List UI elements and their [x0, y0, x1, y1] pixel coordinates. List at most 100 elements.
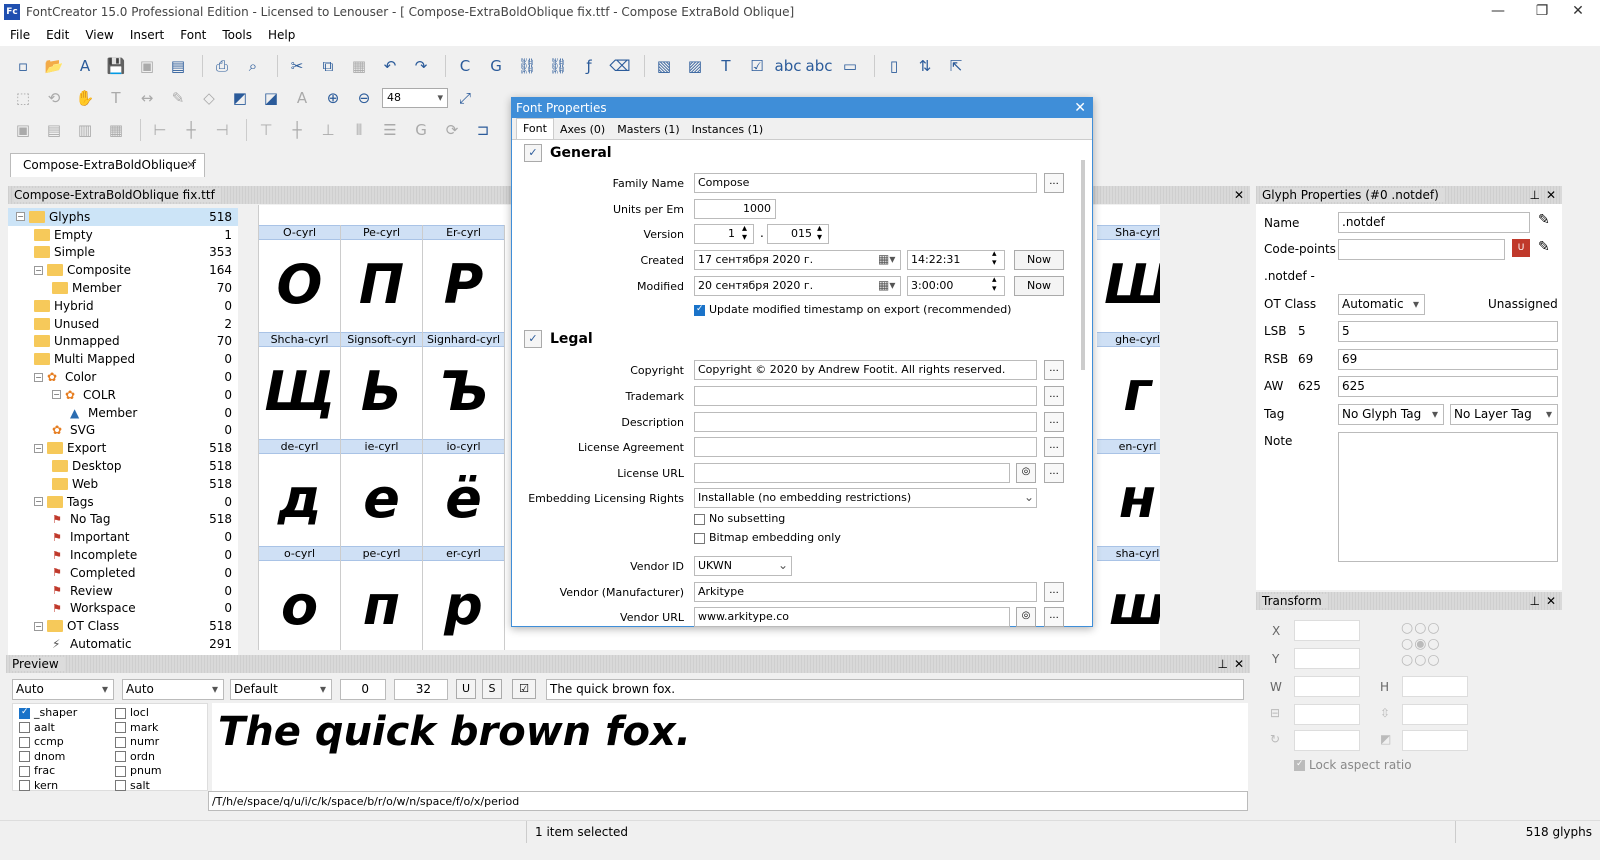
close-panel-icon[interactable]: ✕: [1546, 592, 1556, 610]
tree-item[interactable]: Web 518: [8, 475, 238, 493]
embedding-select[interactable]: Installable (no embedding restrictions): [694, 488, 1037, 508]
license-url-more-button[interactable]: ...: [1044, 463, 1064, 483]
fit-icon[interactable]: ⤢: [452, 85, 478, 111]
checkbox-icon[interactable]: [115, 722, 126, 733]
family-name-more-button[interactable]: ...: [1044, 173, 1064, 193]
rsb-input[interactable]: 69: [1338, 349, 1558, 370]
glyph-cell[interactable]: Signhard-cyrl Ъ: [423, 332, 505, 439]
section-legal[interactable]: ✓ Legal: [524, 330, 593, 348]
copyright-input[interactable]: Copyright © 2020 by Andrew Footit. All r…: [694, 360, 1037, 380]
checkbox-icon[interactable]: [19, 765, 30, 777]
checkbox-icon[interactable]: [694, 513, 705, 525]
version-minor-spin-icon[interactable]: ▴ ▾: [817, 224, 822, 243]
tab-instances[interactable]: Instances (1): [686, 120, 770, 139]
eraser-icon[interactable]: ⌫: [607, 53, 633, 79]
checkbox-checked-icon[interactable]: [694, 304, 705, 316]
script-select[interactable]: Auto: [12, 679, 114, 700]
document-tab[interactable]: Compose-ExtraBoldOblique f ✕: [10, 153, 205, 177]
import-icon[interactable]: ⇅: [912, 53, 938, 79]
cut-icon[interactable]: ✂: [284, 53, 310, 79]
paste-icon[interactable]: ▦: [346, 53, 372, 79]
glyph-cell[interactable]: pe-cyrl п: [341, 546, 423, 650]
collapse-icon[interactable]: −: [34, 497, 43, 507]
vendor-url-input[interactable]: www.arkitype.co: [694, 607, 1010, 627]
modified-date-input[interactable]: 20 сентября 2020 г.: [694, 276, 901, 296]
collapse-icon[interactable]: −: [16, 212, 25, 222]
properties-icon[interactable]: ▧: [651, 53, 677, 79]
toggle-features-button[interactable]: ☑: [512, 679, 536, 699]
feature-checkbox[interactable]: aalt: [19, 721, 55, 734]
vendor-more-button[interactable]: ...: [1044, 582, 1064, 602]
aw-input[interactable]: 625: [1338, 376, 1558, 397]
checkbox-icon[interactable]: [115, 707, 126, 719]
menu-edit[interactable]: Edit: [46, 28, 69, 42]
tree-item[interactable]: ⚑ No Tag 518: [8, 511, 238, 529]
checkbox-icon[interactable]: [19, 722, 30, 733]
checkbox-icon[interactable]: [19, 780, 30, 791]
glyph-cell[interactable]: en-cyrl н: [1097, 439, 1160, 546]
y-input[interactable]: [1294, 648, 1360, 669]
chevron-down-icon[interactable]: ⌄: [778, 558, 788, 572]
glyph-cell[interactable]: Er-cyrl Р: [423, 225, 505, 332]
tree-item[interactable]: ▲ Member 0: [8, 404, 238, 422]
glyph-cell[interactable]: o-cyrl о: [259, 546, 341, 650]
tab-font[interactable]: Font: [516, 118, 554, 139]
redo-icon[interactable]: ↷: [408, 53, 434, 79]
glyph-name-input[interactable]: .notdef: [1338, 212, 1530, 233]
tree-item[interactable]: − OT Class 518: [8, 617, 238, 635]
x-input[interactable]: [1294, 620, 1360, 641]
break-icon[interactable]: ▦: [103, 117, 129, 143]
align-top-icon[interactable]: ⊤: [253, 117, 279, 143]
text-tool-icon[interactable]: T: [713, 53, 739, 79]
scale-v-input[interactable]: [1402, 704, 1468, 725]
modified-time-spin-icon[interactable]: ▴ ▾: [992, 276, 997, 294]
tree-item[interactable]: ⚑ Incomplete 0: [8, 546, 238, 564]
unlink-icon[interactable]: ⛓: [545, 53, 571, 79]
close-panel-icon[interactable]: ✕: [1546, 186, 1556, 204]
family-name-input[interactable]: Compose: [694, 173, 1037, 193]
rotate-input[interactable]: [1294, 730, 1360, 751]
underline-button[interactable]: U: [456, 679, 476, 699]
lock-aspect-checkbox[interactable]: Lock aspect ratio: [1294, 758, 1412, 772]
modified-now-button[interactable]: Now: [1014, 276, 1064, 296]
ungroup-icon[interactable]: ▤: [41, 117, 67, 143]
tree-item[interactable]: − Glyphs 518: [8, 208, 238, 226]
chevron-down-icon[interactable]: ✓: [524, 144, 542, 162]
tree-item[interactable]: Hybrid 0: [8, 297, 238, 315]
tree-item[interactable]: ⚑ Completed 0: [8, 564, 238, 582]
created-time-input[interactable]: 14:22:31: [907, 250, 1005, 270]
unicode-icon[interactable]: U: [1512, 239, 1530, 257]
glyph-cell[interactable]: ghe-cyrl г: [1097, 332, 1160, 439]
close-tab-icon[interactable]: ✕: [186, 154, 196, 176]
distribute-h-icon[interactable]: ⫴: [346, 117, 372, 143]
glyph-cell[interactable]: Signsoft-cyrl Ь: [341, 332, 423, 439]
edit-name-icon[interactable]: ✎: [1538, 212, 1550, 228]
feature-checkbox[interactable]: ordn: [115, 750, 155, 763]
strike-button[interactable]: S: [482, 679, 502, 699]
created-time-spin-icon[interactable]: ▴ ▾: [992, 250, 997, 268]
feature-checkbox[interactable]: dnom: [19, 750, 65, 763]
page-icon[interactable]: ▯: [881, 53, 907, 79]
tree-item[interactable]: ✿ SVG 0: [8, 422, 238, 440]
minimize-button[interactable]: —: [1476, 0, 1520, 24]
rect-select-icon[interactable]: ⬚: [10, 85, 36, 111]
feature-checkbox[interactable]: pnum: [115, 764, 162, 777]
update-timestamp-checkbox[interactable]: Update modified timestamp on export (rec…: [694, 303, 1011, 316]
test-icon[interactable]: ▨: [682, 53, 708, 79]
undo-icon[interactable]: ↶: [377, 53, 403, 79]
pin-icon[interactable]: ⊥: [1530, 186, 1540, 204]
chevron-down-icon[interactable]: ⌄: [1024, 490, 1034, 504]
code-points-input[interactable]: [1338, 239, 1505, 260]
chevron-down-icon[interactable]: ✓: [524, 330, 542, 348]
tree-item[interactable]: − ✿ COLR 0: [8, 386, 238, 404]
feature-checkbox[interactable]: salt: [115, 779, 150, 792]
glyph-cell[interactable]: ie-cyrl е: [341, 439, 423, 546]
tree-item[interactable]: ⚡ Automatic 291: [8, 635, 238, 653]
link-icon[interactable]: ⛓: [514, 53, 540, 79]
close-dialog-icon[interactable]: ✕: [1074, 98, 1086, 118]
tree-item[interactable]: Member 70: [8, 279, 238, 297]
spacing-input[interactable]: 0: [340, 679, 386, 700]
save-as-icon[interactable]: ▤: [165, 53, 191, 79]
lasso-icon[interactable]: ⟲: [41, 85, 67, 111]
checkbox-icon[interactable]: [19, 707, 30, 719]
